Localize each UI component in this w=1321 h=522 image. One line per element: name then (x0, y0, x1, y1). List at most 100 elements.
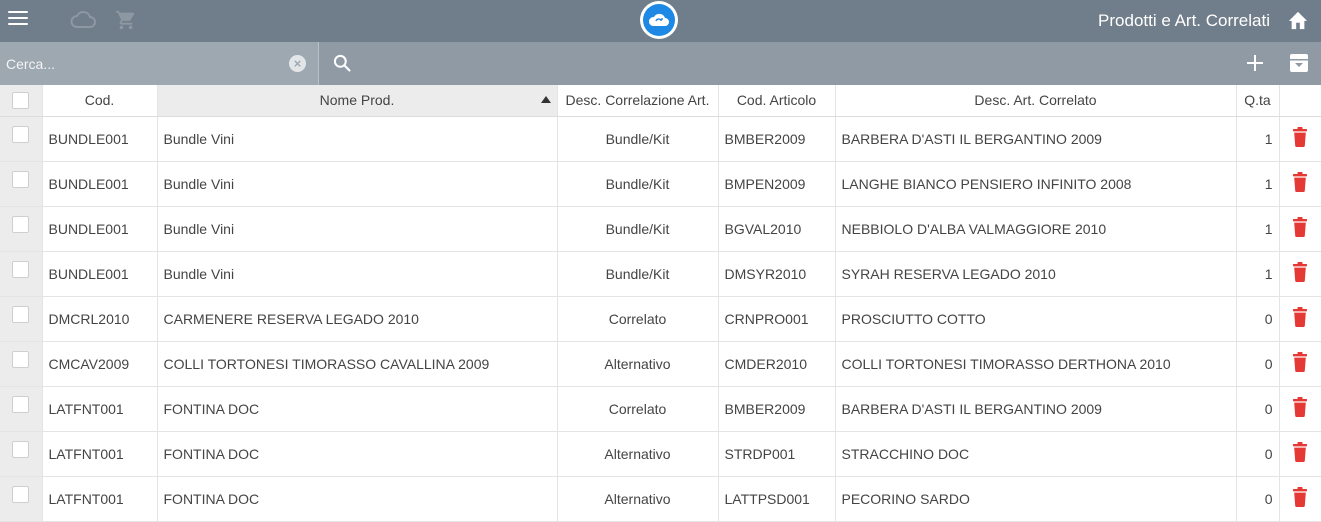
home-icon[interactable] (1287, 10, 1309, 35)
search-icon[interactable] (332, 53, 352, 78)
table-row[interactable]: CMCAV2009 COLLI TORTONESI TIMORASSO CAVAL… (0, 341, 1321, 387)
cell-cod: BUNDLE001 (42, 251, 158, 297)
select-all-checkbox-cell[interactable] (0, 85, 43, 117)
row-checkbox[interactable] (12, 171, 30, 188)
trash-icon[interactable] (1292, 172, 1308, 195)
cell-qta: 0 (1236, 476, 1280, 522)
column-header-nome-prod-label: Nome Prod. (319, 92, 395, 109)
trash-icon[interactable] (1292, 307, 1308, 330)
row-checkbox[interactable] (12, 396, 30, 413)
cell-cod-articolo: BMBER2009 (718, 386, 836, 432)
row-checkbox[interactable] (12, 261, 30, 278)
cell-desc-art-correlato: BARBERA D'ASTI IL BERGANTINO 2009 (835, 386, 1237, 432)
plus-icon[interactable] (1245, 53, 1265, 78)
row-checkbox[interactable] (12, 306, 30, 323)
cell-nome-prod: FONTINA DOC (157, 431, 558, 477)
archive-icon[interactable] (1288, 52, 1310, 79)
delete-cell[interactable] (1279, 386, 1321, 432)
cell-desc-correlazione: Correlato (557, 386, 719, 432)
trash-icon[interactable] (1292, 262, 1308, 285)
table-row[interactable]: BUNDLE001 Bundle Vini Bundle/Kit BGVAL2010 N… (0, 206, 1321, 252)
row-checkbox[interactable] (12, 486, 30, 503)
cell-cod: CMCAV2009 (42, 341, 158, 387)
table-row[interactable]: LATFNT001 FONTINA DOC Correlato BMBER2009 BA… (0, 386, 1321, 432)
delete-cell[interactable] (1279, 161, 1321, 207)
trash-icon[interactable] (1292, 487, 1308, 510)
trash-icon[interactable] (1292, 397, 1308, 420)
cell-desc-art-correlato: NEBBIOLO D'ALBA VALMAGGIORE 2010 (835, 206, 1237, 252)
table-row[interactable]: LATFNT001 FONTINA DOC Alternativo STRDP001 S… (0, 431, 1321, 477)
trash-icon[interactable] (1292, 352, 1308, 375)
delete-cell[interactable] (1279, 251, 1321, 297)
cell-qta: 1 (1236, 251, 1280, 297)
column-header-cod-articolo[interactable]: Cod. Articolo (718, 85, 836, 117)
table-row[interactable]: BUNDLE001 Bundle Vini Bundle/Kit DMSYR2010 S… (0, 251, 1321, 297)
select-all-checkbox[interactable] (12, 91, 30, 109)
row-select-cell[interactable] (0, 161, 43, 207)
search-field-container: × (0, 42, 319, 85)
table-row[interactable]: LATFNT001 FONTINA DOC Alternativo LATTPSD00… (0, 476, 1321, 522)
cell-qta: 0 (1236, 296, 1280, 342)
column-header-cod[interactable]: Cod. (42, 85, 158, 117)
row-select-cell[interactable] (0, 341, 43, 387)
cloud-icon[interactable] (70, 10, 96, 35)
cell-qta: 1 (1236, 206, 1280, 252)
cell-desc-correlazione: Alternativo (557, 476, 719, 522)
column-header-nome-prod[interactable]: Nome Prod. (157, 85, 558, 117)
row-select-cell[interactable] (0, 206, 43, 252)
row-select-cell[interactable] (0, 296, 43, 342)
row-checkbox[interactable] (12, 351, 30, 368)
cell-desc-correlazione: Correlato (557, 296, 719, 342)
cell-cod: DMCRL2010 (42, 296, 158, 342)
cell-desc-art-correlato: STRACCHINO DOC (835, 431, 1237, 477)
cell-nome-prod: FONTINA DOC (157, 476, 558, 522)
cell-desc-correlazione: Alternativo (557, 341, 719, 387)
cell-cod-articolo: BMBER2009 (718, 116, 836, 162)
cell-qta: 1 (1236, 116, 1280, 162)
clear-icon[interactable]: × (289, 55, 306, 72)
row-checkbox[interactable] (12, 441, 30, 458)
delete-cell[interactable] (1279, 341, 1321, 387)
row-select-cell[interactable] (0, 476, 43, 522)
cell-desc-art-correlato: SYRAH RESERVA LEGADO 2010 (835, 251, 1237, 297)
row-checkbox[interactable] (12, 126, 30, 143)
trash-icon[interactable] (1292, 217, 1308, 240)
table-row[interactable]: BUNDLE001 Bundle Vini Bundle/Kit BMPEN2009 L… (0, 161, 1321, 207)
cell-desc-correlazione: Bundle/Kit (557, 206, 719, 252)
cell-nome-prod: Bundle Vini (157, 116, 558, 162)
cell-cod: LATFNT001 (42, 386, 158, 432)
column-header-actions (1279, 85, 1321, 117)
delete-cell[interactable] (1279, 476, 1321, 522)
search-toolbar: × (0, 42, 1321, 85)
cell-desc-correlazione: Bundle/Kit (557, 251, 719, 297)
search-input[interactable] (6, 53, 276, 75)
trash-icon[interactable] (1292, 127, 1308, 150)
delete-cell[interactable] (1279, 296, 1321, 342)
row-select-cell[interactable] (0, 431, 43, 477)
cart-icon[interactable] (115, 9, 137, 36)
cell-desc-art-correlato: PECORINO SARDO (835, 476, 1237, 522)
row-select-cell[interactable] (0, 116, 43, 162)
cell-nome-prod: CARMENERE RESERVA LEGADO 2010 (157, 296, 558, 342)
menu-icon[interactable] (8, 11, 28, 31)
row-checkbox[interactable] (12, 216, 30, 233)
cell-cod: BUNDLE001 (42, 161, 158, 207)
column-header-desc-correlazione[interactable]: Desc. Correlazione Art. (557, 85, 719, 117)
cell-qta: 1 (1236, 161, 1280, 207)
delete-cell[interactable] (1279, 206, 1321, 252)
column-header-desc-art-correlato[interactable]: Desc. Art. Correlato (835, 85, 1237, 117)
row-select-cell[interactable] (0, 251, 43, 297)
trash-icon[interactable] (1292, 442, 1308, 465)
delete-cell[interactable] (1279, 431, 1321, 477)
cell-desc-correlazione: Alternativo (557, 431, 719, 477)
table-row[interactable]: BUNDLE001 Bundle Vini Bundle/Kit BMBER2009 B… (0, 116, 1321, 162)
table-header-row: Cod. Nome Prod. Desc. Correlazione Art. … (0, 85, 1321, 117)
column-header-qta[interactable]: Q.ta (1236, 85, 1280, 117)
page-title: Prodotti e Art. Correlati (1098, 11, 1270, 30)
table-row[interactable]: DMCRL2010 CARMENERE RESERVA LEGADO 2010 Co… (0, 296, 1321, 342)
delete-cell[interactable] (1279, 116, 1321, 162)
row-select-cell[interactable] (0, 386, 43, 432)
cell-qta: 0 (1236, 341, 1280, 387)
cell-desc-art-correlato: PROSCIUTTO COTTO (835, 296, 1237, 342)
cell-qta: 0 (1236, 431, 1280, 477)
